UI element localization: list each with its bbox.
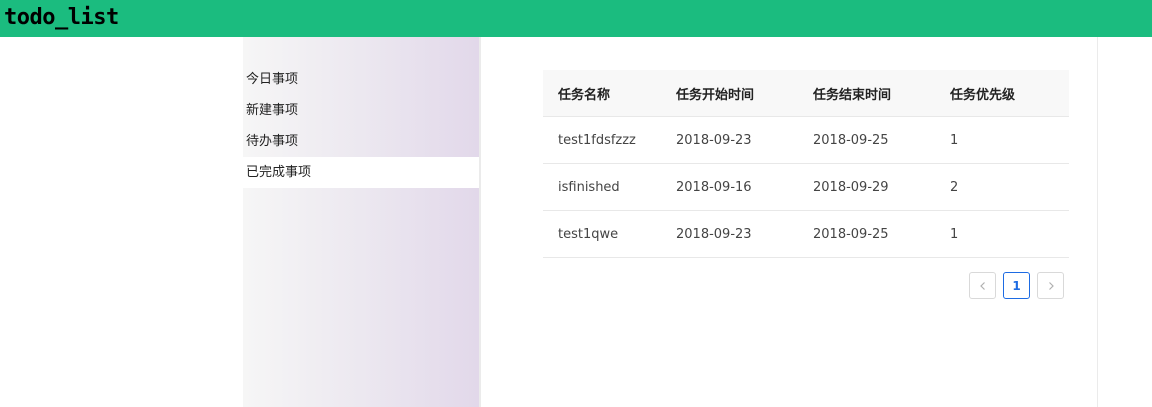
priority-cell: 2: [950, 179, 959, 195]
task-table: 任务名称 任务开始时间 任务结束时间 任务优先级 test1fdsfzzz 20…: [543, 70, 1069, 258]
table-row[interactable]: test1qwe 2018-09-23 2018-09-25 1: [543, 211, 1069, 258]
task-name-cell: test1qwe: [558, 226, 619, 242]
sidebar-item-pending[interactable]: 待办事项: [243, 126, 479, 157]
sidebar-menu: 今日事项 新建事项 待办事项 已完成事项: [243, 64, 479, 188]
end-time-cell: 2018-09-29: [813, 179, 889, 195]
table-row[interactable]: isfinished 2018-09-16 2018-09-29 2: [543, 164, 1069, 211]
content-divider-left: [479, 37, 481, 407]
chevron-right-icon: [1048, 281, 1054, 290]
prev-page-button[interactable]: [969, 272, 996, 299]
priority-cell: 1: [950, 132, 959, 148]
column-header-task-name[interactable]: 任务名称: [543, 84, 676, 103]
end-time-cell: 2018-09-25: [813, 226, 889, 242]
content-divider-right: [1097, 37, 1098, 407]
task-name-cell: isfinished: [558, 179, 620, 195]
next-page-button[interactable]: [1037, 272, 1064, 299]
column-header-start-time[interactable]: 任务开始时间: [676, 84, 813, 103]
end-time-cell: 2018-09-25: [813, 132, 889, 148]
sidebar-item-completed[interactable]: 已完成事项: [243, 157, 479, 188]
start-time-cell: 2018-09-16: [676, 179, 752, 195]
priority-cell: 1: [950, 226, 959, 242]
start-time-cell: 2018-09-23: [676, 226, 752, 242]
top-bar: todo_list: [0, 0, 1152, 37]
sidebar-item-today[interactable]: 今日事项: [243, 64, 479, 95]
page-button-1[interactable]: 1: [1003, 272, 1030, 299]
table-row[interactable]: test1fdsfzzz 2018-09-23 2018-09-25 1: [543, 117, 1069, 164]
column-header-priority[interactable]: 任务优先级: [950, 84, 1069, 103]
chevron-left-icon: [979, 281, 985, 290]
column-header-end-time[interactable]: 任务结束时间: [813, 84, 950, 103]
task-name-cell: test1fdsfzzz: [558, 132, 636, 148]
sidebar-item-new[interactable]: 新建事项: [243, 95, 479, 126]
app-logo: todo_list: [4, 5, 119, 30]
sidebar: 今日事项 新建事项 待办事项 已完成事项: [243, 37, 479, 407]
table-header: 任务名称 任务开始时间 任务结束时间 任务优先级: [543, 70, 1069, 117]
start-time-cell: 2018-09-23: [676, 132, 752, 148]
pagination: 1: [969, 272, 1064, 299]
